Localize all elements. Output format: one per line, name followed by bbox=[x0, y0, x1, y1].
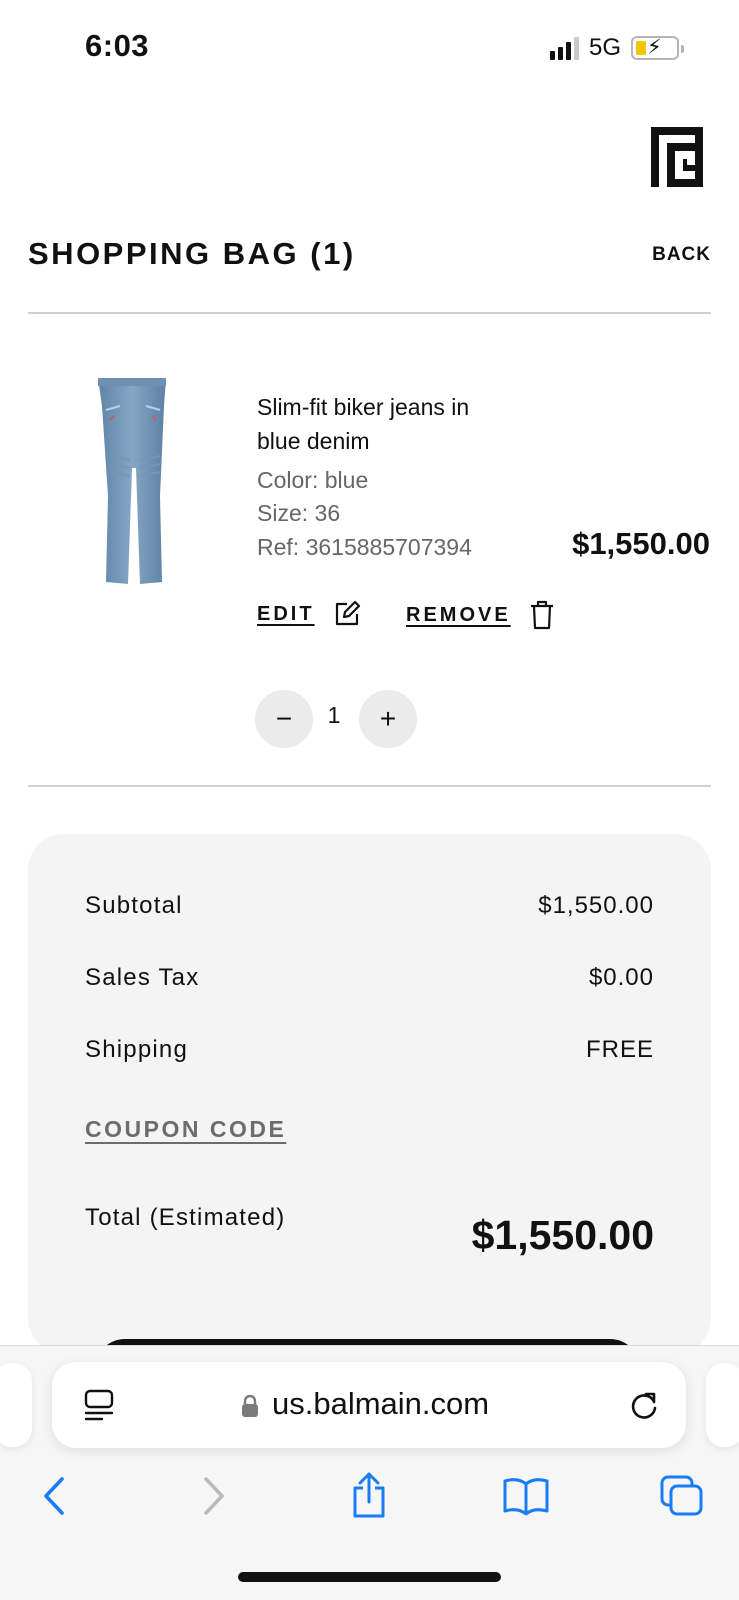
address-bar[interactable]: us.balmain.com bbox=[52, 1362, 686, 1448]
status-bar: 6:03 5G ⚡ bbox=[0, 0, 739, 96]
reload-icon[interactable] bbox=[628, 1388, 660, 1422]
status-time: 6:03 bbox=[85, 28, 150, 63]
tabs-icon bbox=[660, 1475, 703, 1516]
ref-label: Ref: bbox=[257, 534, 300, 560]
size-label: Size: bbox=[257, 500, 309, 526]
back-icon bbox=[44, 1477, 64, 1515]
signal-icon bbox=[549, 36, 579, 60]
product-name[interactable]: Slim-fit biker jeans in blue denim bbox=[257, 390, 517, 458]
shipping-value: FREE bbox=[585, 1036, 654, 1063]
minus-icon: − bbox=[275, 703, 293, 734]
subtotal-value: $1,550.00 bbox=[538, 892, 654, 919]
balmain-monogram-logo[interactable] bbox=[651, 127, 703, 187]
network-type: 5G bbox=[588, 34, 621, 61]
subtotal-label: Subtotal bbox=[85, 892, 183, 919]
next-tab-preview[interactable] bbox=[706, 1363, 739, 1447]
product-ref: Ref: 3615885707394 bbox=[257, 534, 472, 561]
product-size: Size: 36 bbox=[257, 500, 340, 527]
home-indicator bbox=[238, 1572, 501, 1582]
share-icon bbox=[353, 1472, 385, 1518]
color-label: Color: bbox=[257, 467, 319, 493]
back-button[interactable] bbox=[24, 1468, 84, 1524]
remove-button[interactable]: REMOVE bbox=[406, 600, 555, 630]
increase-quantity-button[interactable]: + bbox=[359, 690, 417, 748]
lock-icon bbox=[242, 1394, 258, 1417]
page-title: SHOPPING BAG (1) bbox=[28, 236, 356, 271]
divider bbox=[28, 785, 711, 787]
back-link[interactable]: BACK bbox=[652, 244, 711, 266]
bookmarks-button[interactable] bbox=[496, 1468, 556, 1524]
order-summary: Subtotal $1,550.00 Sales Tax $0.00 Shipp… bbox=[28, 834, 711, 1354]
status-indicators: 5G ⚡ bbox=[549, 34, 684, 62]
decrease-quantity-button[interactable]: − bbox=[255, 690, 313, 748]
remove-label: REMOVE bbox=[406, 603, 511, 626]
total-label: Total (Estimated) bbox=[85, 1204, 286, 1231]
share-button[interactable] bbox=[339, 1468, 399, 1524]
size-value: 36 bbox=[314, 500, 341, 526]
plus-icon: + bbox=[379, 703, 397, 734]
url-text[interactable]: us.balmain.com bbox=[272, 1386, 489, 1422]
quantity-value: 1 bbox=[327, 702, 341, 728]
coupon-code-link[interactable]: COUPON CODE bbox=[85, 1116, 286, 1143]
tabs-button[interactable] bbox=[652, 1468, 712, 1524]
battery-charging-icon: ⚡ bbox=[631, 36, 684, 60]
reader-icon[interactable] bbox=[82, 1388, 116, 1422]
sales-tax-label: Sales Tax bbox=[85, 964, 200, 991]
item-price: $1,550.00 bbox=[572, 526, 710, 561]
ref-value: 3615885707394 bbox=[305, 534, 472, 560]
edit-button[interactable]: EDIT bbox=[257, 600, 361, 628]
forward-button[interactable] bbox=[184, 1468, 244, 1524]
previous-tab-preview[interactable] bbox=[0, 1363, 32, 1447]
forward-icon bbox=[204, 1477, 224, 1515]
edit-label: EDIT bbox=[257, 602, 315, 625]
divider bbox=[28, 312, 711, 314]
trash-icon bbox=[530, 600, 553, 630]
total-value: $1,550.00 bbox=[471, 1212, 654, 1258]
bookmarks-icon bbox=[503, 1478, 549, 1516]
edit-icon bbox=[335, 600, 360, 626]
browser-toolbar: us.balmain.com bbox=[0, 1345, 739, 1600]
sales-tax-value: $0.00 bbox=[588, 964, 654, 991]
shipping-label: Shipping bbox=[85, 1036, 189, 1063]
color-value: blue bbox=[324, 467, 369, 493]
product-color: Color: blue bbox=[257, 467, 368, 494]
product-image[interactable] bbox=[80, 376, 190, 596]
